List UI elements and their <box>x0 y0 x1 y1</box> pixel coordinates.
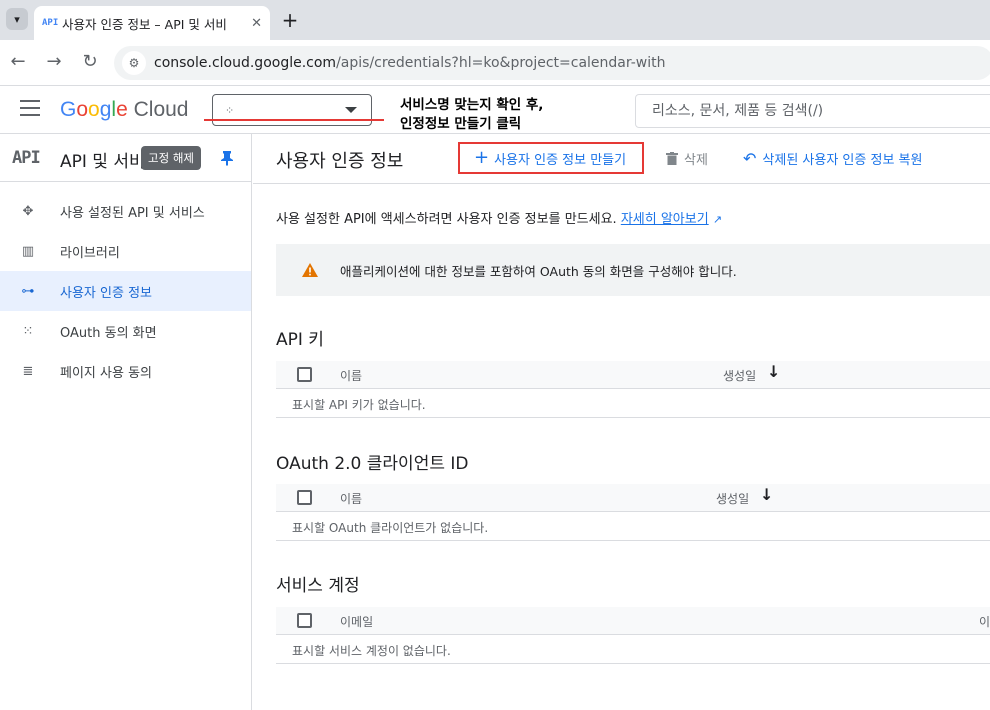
api-keys-title: API 키 <box>276 330 324 350</box>
external-link-icon: ↗ <box>712 213 723 226</box>
sort-arrow-down-icon[interactable]: ↓ <box>767 362 780 381</box>
caret-down-icon <box>345 107 357 113</box>
sidebar-item-enabled-apis[interactable]: ✥ 사용 설정된 API 및 서비스 <box>0 191 251 231</box>
create-credentials-label: 사용자 인증 정보 만들기 <box>494 152 627 168</box>
project-picker[interactable]: ⁘ <box>212 94 372 126</box>
intro-sentence: 사용 설정한 API에 액세스하려면 사용자 인증 정보를 만드세요. <box>276 212 617 227</box>
forward-arrow-icon[interactable]: → <box>42 51 66 72</box>
logo-google: Google <box>60 98 128 121</box>
google-cloud-logo[interactable]: Google Cloud <box>60 98 188 122</box>
new-tab-button[interactable]: + <box>278 8 302 32</box>
browser-tab-bar: ▾ API 사용자 인증 정보 – API 및 서비 ✕ + <box>0 0 990 40</box>
plus-icon: + <box>474 147 490 168</box>
back-arrow-icon[interactable]: ← <box>6 51 30 72</box>
api-favicon-icon: API <box>42 18 59 28</box>
project-hierarchy-icon: ⁘ <box>225 103 235 117</box>
sidebar-item-page-usage-agreements[interactable]: ≣ 페이지 사용 동의 <box>0 351 251 391</box>
hamburger-menu-icon[interactable] <box>20 100 40 116</box>
column-name: 이름 <box>340 369 363 383</box>
key-icon: ⊶ <box>21 283 35 299</box>
sidebar-item-label: 사용 설정된 API 및 서비스 <box>60 205 205 221</box>
oauth-clients-title: OAuth 2.0 클라이언트 ID <box>276 454 469 474</box>
sidebar-item-credentials[interactable]: ⊶ 사용자 인증 정보 <box>0 271 251 311</box>
column-created[interactable]: 생성일 <box>716 490 749 507</box>
warning-icon <box>302 263 318 277</box>
sidebar-item-label: OAuth 동의 화면 <box>60 325 157 341</box>
site-info-icon[interactable]: ⚙ <box>122 51 146 75</box>
select-all-checkbox[interactable] <box>297 367 312 382</box>
restore-label: 삭제된 사용자 인증 정보 복원 <box>762 153 923 168</box>
undo-icon: ↶ <box>743 148 757 168</box>
url-path: /apis/credentials?hl=ko&project=calendar… <box>336 55 666 71</box>
unpin-tooltip: 고정 해제 <box>141 146 201 170</box>
annotation-line-1: 서비스명 맞는지 확인 후, <box>400 97 544 113</box>
select-all-checkbox[interactable] <box>297 490 312 505</box>
action-bar: 사용자 인증 정보 + 사용자 인증 정보 만들기 삭제 ↶ 삭제된 사용자 인… <box>253 134 990 184</box>
api-diamond-icon: ✥ <box>22 203 34 219</box>
logo-cloud: Cloud <box>133 98 189 121</box>
api-keys-table-header: 이름 생성일 ↓ <box>276 361 990 389</box>
page-title: 사용자 인증 정보 <box>276 151 404 172</box>
create-credentials-button[interactable]: + 사용자 인증 정보 만들기 <box>458 142 644 174</box>
tab-title: 사용자 인증 정보 – API 및 서비 <box>62 16 227 32</box>
sidebar-item-oauth-consent[interactable]: ⁙ OAuth 동의 화면 <box>0 311 251 351</box>
close-tab-icon[interactable]: ✕ <box>251 16 262 31</box>
address-bar[interactable]: ⚙ console.cloud.google.com/apis/credenti… <box>114 46 990 80</box>
chevron-down-icon: ▾ <box>14 12 20 26</box>
select-all-checkbox[interactable] <box>297 613 312 628</box>
sort-arrow-down-icon[interactable]: ↓ <box>760 485 773 504</box>
annotation-underline <box>204 119 384 121</box>
trash-icon <box>666 152 678 165</box>
search-box[interactable] <box>635 94 990 128</box>
sidebar: API API 및 서비스 고정 해제 ✥ 사용 설정된 API 및 서비스 ▥… <box>0 134 252 710</box>
consent-icon: ⁙ <box>22 323 34 339</box>
browser-tab[interactable]: API 사용자 인증 정보 – API 및 서비 ✕ <box>34 6 270 40</box>
api-logo-icon: API <box>12 148 41 168</box>
main-content: 사용자 인증 정보 + 사용자 인증 정보 만들기 삭제 ↶ 삭제된 사용자 인… <box>253 134 990 710</box>
sidebar-item-label: 페이지 사용 동의 <box>60 365 152 381</box>
annotation-text: 서비스명 맞는지 확인 후, 인정정보 만들기 클릭 <box>400 96 543 134</box>
reload-icon[interactable]: ↻ <box>78 51 102 72</box>
restore-deleted-credentials-button[interactable]: ↶ 삭제된 사용자 인증 정보 복원 <box>743 149 922 168</box>
browser-toolbar: ← → ↻ ⚙ console.cloud.google.com/apis/cr… <box>0 40 990 86</box>
oauth-warning-banner: 애플리케이션에 대한 정보를 포함하여 OAuth 동의 화면을 구성해야 합니… <box>276 244 990 296</box>
service-accounts-title: 서비스 계정 <box>276 576 360 596</box>
sidebar-title: API 및 서비스 <box>60 152 150 172</box>
oauth-table-header: 이름 생성일 ↓ <box>276 484 990 512</box>
intro-text: 사용 설정한 API에 액세스하려면 사용자 인증 정보를 만드세요. 자세히 … <box>276 208 722 227</box>
service-accounts-empty-row: 표시할 서비스 계정이 없습니다. <box>276 635 990 664</box>
settings-list-icon: ≣ <box>22 363 34 379</box>
pin-icon[interactable] <box>220 150 234 166</box>
sidebar-item-label: 사용자 인증 정보 <box>60 285 152 301</box>
service-accounts-table-header: 이메일 이 <box>276 607 990 635</box>
delete-label: 삭제 <box>684 153 708 168</box>
warning-text: 애플리케이션에 대한 정보를 포함하여 OAuth 동의 화면을 구성해야 합니… <box>340 263 737 279</box>
cloud-console-header: Google Cloud ⁘ 서비스명 맞는지 확인 후, 인정정보 만들기 클… <box>0 86 990 134</box>
column-email: 이메일 <box>340 615 374 629</box>
url-host: console.cloud.google.com <box>154 55 337 71</box>
sidebar-item-library[interactable]: ▥ 라이브러리 <box>0 231 251 271</box>
sidebar-header: API API 및 서비스 고정 해제 <box>0 134 252 182</box>
delete-button[interactable]: 삭제 <box>666 149 708 168</box>
annotation-line-2: 인정정보 만들기 클릭 <box>400 116 522 132</box>
tab-search-button[interactable]: ▾ <box>6 8 28 30</box>
learn-more-link[interactable]: 자세히 알아보기 <box>621 212 709 227</box>
url-text: console.cloud.google.com/apis/credential… <box>154 55 666 71</box>
column-created[interactable]: 생성일 <box>723 367 756 384</box>
column-name: 이름 <box>340 492 363 506</box>
sidebar-item-label: 라이브러리 <box>60 245 120 261</box>
column-truncated: 이 <box>979 615 990 629</box>
search-input[interactable] <box>652 103 952 119</box>
oauth-empty-row: 표시할 OAuth 클라이언트가 없습니다. <box>276 512 990 541</box>
api-keys-empty-row: 표시할 API 키가 없습니다. <box>276 389 990 418</box>
library-icon: ▥ <box>21 243 35 259</box>
